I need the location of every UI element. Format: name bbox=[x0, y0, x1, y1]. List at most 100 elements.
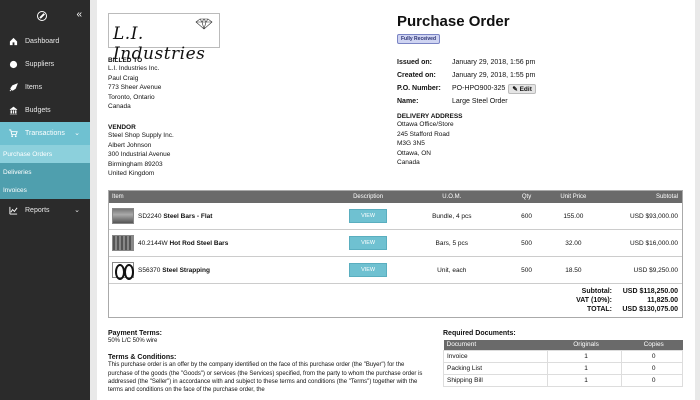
total-label: TOTAL: bbox=[586, 306, 612, 313]
sidebar-item-reports[interactable]: Reports ⌄ bbox=[0, 199, 90, 222]
subtotal-cell: USD $16,000.00 bbox=[629, 239, 678, 247]
column-header: Subtotal bbox=[655, 194, 678, 200]
issued-value: January 29, 2018, 1:56 pm bbox=[452, 59, 536, 66]
billed-to-line: Toronto, Ontario bbox=[108, 93, 155, 101]
edit-icon: ✎ bbox=[512, 85, 518, 93]
column-header: Originals bbox=[547, 340, 622, 350]
vendor-block: VENDOR Steel Shop Supply Inc. Albert Joh… bbox=[108, 124, 174, 179]
issued-label: Issued on: bbox=[397, 59, 433, 66]
required-documents-table: Document Originals Copies Invoice 1 0 Pa… bbox=[443, 340, 683, 387]
sidebar-header: « bbox=[0, 0, 90, 30]
item-name[interactable]: Steel Bars - Flat bbox=[163, 213, 212, 220]
description-cell: VIEW bbox=[338, 209, 398, 223]
item-cell: SD2240 Steel Bars - Flat bbox=[109, 208, 338, 224]
billed-to-block: BILLED TO L.I. Industries Inc. Paul Crai… bbox=[108, 57, 161, 112]
item-code: 40.2144W bbox=[138, 239, 168, 247]
column-header: Item bbox=[112, 194, 124, 200]
document-cell: Invoice bbox=[443, 349, 548, 363]
sidebar-subitem-invoices[interactable]: Invoices bbox=[0, 181, 90, 199]
required-documents-block: Required Documents: Document Originals C… bbox=[443, 330, 683, 387]
sidebar-item-label: Reports bbox=[25, 207, 50, 214]
qty-cell: 600 bbox=[521, 212, 532, 220]
subtotal-cell: USD $9,250.00 bbox=[633, 266, 678, 274]
item-thumbnail[interactable] bbox=[112, 208, 134, 224]
vat-value: 11,825.00 bbox=[647, 297, 678, 304]
purchase-order-document: L.I. Industries BILLED TO L.I. Industrie… bbox=[97, 0, 695, 400]
po-number-value: PO-HPO900-325 bbox=[452, 85, 506, 92]
view-button[interactable]: VIEW bbox=[349, 209, 388, 223]
billed-to-line: 773 Sheer Avenue bbox=[108, 84, 162, 91]
qty-cell: 500 bbox=[521, 266, 532, 274]
po-number-label: P.O. Number: bbox=[397, 85, 441, 92]
table-row: 40.2144W Hot Rod Steel Bars VIEW Bars, 5… bbox=[109, 230, 682, 257]
sidebar-item-dashboard[interactable]: Dashboard bbox=[0, 30, 90, 53]
item-name[interactable]: Hot Rod Steel Bars bbox=[169, 240, 228, 247]
sidebar-item-transactions[interactable]: Transactions ⌄ bbox=[0, 122, 90, 145]
item-thumbnail[interactable] bbox=[112, 262, 134, 280]
table-row: S56370 Steel Strapping VIEW Unit, each 5… bbox=[109, 257, 682, 284]
item-code: S56370 bbox=[138, 266, 161, 274]
billed-to-line: Paul Craig bbox=[108, 74, 139, 82]
copies-cell: 0 bbox=[621, 373, 683, 387]
table-row: SD2240 Steel Bars - Flat VIEW Bundle, 4 … bbox=[109, 203, 682, 230]
diamond-icon bbox=[195, 18, 213, 30]
collapse-sidebar-icon[interactable]: « bbox=[76, 9, 82, 20]
originals-cell: 1 bbox=[546, 361, 623, 375]
vendor-line: Albert Johnson bbox=[108, 141, 152, 149]
sidebar-item-label: Dashboard bbox=[25, 38, 60, 45]
delivery-address-label: DELIVERY ADDRESS bbox=[397, 113, 463, 120]
sidebar-subitem-purchase-orders[interactable]: Purchase Orders bbox=[0, 145, 90, 163]
unit-price-cell: 155.00 bbox=[563, 212, 584, 220]
terms-text: This purchase order is an offer by the c… bbox=[108, 362, 423, 394]
sidebar-item-items[interactable]: Items bbox=[0, 76, 90, 99]
table-row: Invoice 1 0 bbox=[443, 349, 683, 363]
billed-to-line: Canada bbox=[108, 103, 131, 110]
vat-row: VAT (10%): 11,825.00 bbox=[552, 296, 678, 305]
edit-button-label: Edit bbox=[519, 85, 532, 93]
items-table: Item Description U.O.M. Qty Unit Price S… bbox=[108, 190, 683, 318]
sidebar: « Dashboard Suppliers Items Budgets Tran… bbox=[0, 0, 90, 400]
payment-terms-value: 50% L/C 50% wire bbox=[108, 338, 158, 344]
delivery-line: M3G 3N5 bbox=[397, 140, 425, 147]
issued-row: Issued on: January 29, 2018, 1:56 pm bbox=[397, 56, 536, 69]
page-title: Purchase Order bbox=[397, 13, 510, 30]
unit-price-cell: 18.50 bbox=[565, 266, 582, 274]
description-cell: VIEW bbox=[338, 263, 398, 277]
subtotal-value: USD $118,250.00 bbox=[622, 288, 678, 295]
bank-icon bbox=[9, 106, 18, 115]
document-cell: Packing List bbox=[443, 361, 548, 375]
edit-button[interactable]: ✎ Edit bbox=[508, 83, 536, 94]
column-header: Document bbox=[443, 340, 548, 350]
terms-label: Terms & Conditions: bbox=[108, 354, 177, 362]
document-cell: Shipping Bill bbox=[443, 373, 548, 387]
vendor-line: United Kingdom bbox=[108, 170, 155, 177]
column-header: Description bbox=[353, 194, 384, 200]
view-button[interactable]: VIEW bbox=[349, 236, 388, 250]
view-button[interactable]: VIEW bbox=[349, 263, 388, 277]
items-table-header: Item Description U.O.M. Qty Unit Price S… bbox=[109, 191, 682, 203]
item-cell: 40.2144W Hot Rod Steel Bars bbox=[109, 235, 338, 251]
unit-price-cell: 32.00 bbox=[565, 239, 582, 247]
po-number-row: P.O. Number: PO-HPO900-325 ✎ Edit bbox=[397, 82, 536, 95]
column-header: Unit Price bbox=[560, 194, 587, 200]
vendor-line: 300 Industrial Avenue bbox=[108, 151, 171, 158]
billed-to-line: L.I. Industries Inc. bbox=[108, 65, 160, 72]
uom-cell: Bundle, 4 pcs bbox=[432, 212, 472, 220]
item-thumbnail[interactable] bbox=[112, 235, 134, 251]
column-header: Qty bbox=[521, 194, 532, 200]
sidebar-item-suppliers[interactable]: Suppliers bbox=[0, 53, 90, 76]
table-row: Shipping Bill 1 0 bbox=[443, 373, 683, 387]
sidebar-item-budgets[interactable]: Budgets bbox=[0, 99, 90, 122]
app-logo-icon[interactable] bbox=[37, 11, 47, 21]
subtotal-row: Subtotal: USD $118,250.00 bbox=[552, 287, 678, 296]
delivery-line: 245 Stafford Road bbox=[397, 130, 450, 138]
item-code: SD2240 bbox=[138, 212, 162, 220]
vendor-label: VENDOR bbox=[108, 124, 136, 131]
sidebar-subitem-deliveries[interactable]: Deliveries bbox=[0, 163, 90, 181]
vendor-line: Steel Shop Supply Inc. bbox=[108, 132, 174, 139]
created-value: January 29, 2018, 1:55 pm bbox=[452, 72, 536, 79]
item-name[interactable]: Steel Strapping bbox=[162, 267, 210, 274]
name-value: Large Steel Order bbox=[452, 98, 508, 105]
payment-terms-label: Payment Terms: bbox=[108, 330, 162, 337]
created-label: Created on: bbox=[397, 72, 436, 79]
